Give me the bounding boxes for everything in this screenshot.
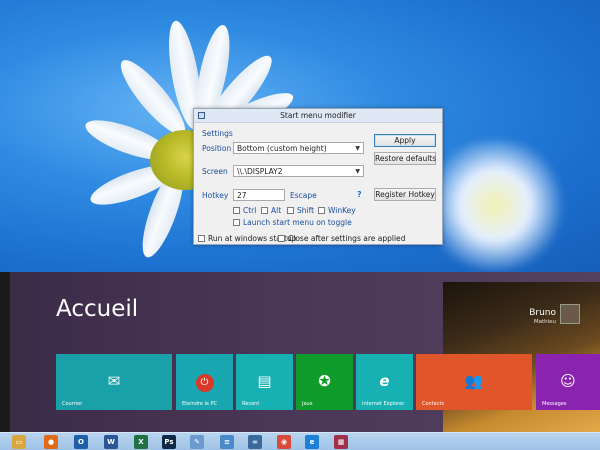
- user-name: Bruno: [529, 308, 556, 318]
- screen-select[interactable]: \\.\DISPLAY2 ▼: [233, 165, 364, 177]
- taskbar: ▭ ● O W X Ps ✎ ≡ ∞ ◉ e ▦: [0, 432, 600, 450]
- checkbox-box[interactable]: [261, 207, 268, 214]
- hotkey-input[interactable]: 27: [233, 189, 285, 201]
- tile-internet-explorer[interactable]: e Internet Explorer: [356, 354, 413, 410]
- link-icon[interactable]: ∞: [248, 435, 262, 449]
- screen-label: Screen: [202, 167, 228, 176]
- gamepad-icon: ✪: [318, 372, 331, 390]
- firefox-icon[interactable]: ●: [44, 435, 58, 449]
- shift-checkbox[interactable]: Shift: [287, 206, 314, 215]
- power-icon: ⏻: [195, 374, 214, 392]
- position-select[interactable]: Bottom (custom height) ▼: [233, 142, 364, 154]
- toggle-checkbox[interactable]: Launch start menu on toggle: [233, 218, 352, 227]
- tile-label: Jeux: [302, 401, 313, 407]
- people-icon: 👥: [464, 372, 484, 390]
- photoshop-icon[interactable]: Ps: [162, 435, 176, 449]
- position-value: Bottom (custom height): [237, 144, 327, 153]
- chevron-down-icon: ▼: [355, 145, 360, 152]
- tile-recent[interactable]: ▤ Recent: [236, 354, 293, 410]
- tile-jeux[interactable]: ✪ Jeux: [296, 354, 353, 410]
- screen-value: \\.\DISPLAY2: [237, 167, 283, 176]
- start-screen-edge: [0, 272, 10, 432]
- message-icon: ☺: [560, 372, 576, 390]
- tile-label: Internet Explorer: [362, 401, 405, 407]
- outlook-icon[interactable]: O: [74, 435, 88, 449]
- checkbox-box[interactable]: [318, 207, 325, 214]
- ctrl-label: Ctrl: [243, 206, 257, 215]
- position-label: Position: [202, 144, 232, 153]
- alt-label: Alt: [271, 206, 282, 215]
- chevron-down-icon: ▼: [355, 168, 360, 175]
- winkey-checkbox[interactable]: WinKey: [318, 206, 356, 215]
- register-hotkey-button[interactable]: Register Hotkey: [374, 188, 436, 201]
- excel-icon[interactable]: X: [134, 435, 148, 449]
- explorer-icon[interactable]: ▭: [12, 435, 26, 449]
- start-menu-modifier-dialog: Start menu modifier Settings Position Bo…: [193, 108, 443, 245]
- tile-label: Messages: [542, 401, 567, 407]
- tile-label: Courrier: [62, 401, 83, 407]
- shift-label: Shift: [297, 206, 315, 215]
- start-screen-title: Accueil: [56, 296, 139, 322]
- tile-messages[interactable]: ☺ Messages: [536, 354, 600, 410]
- checkbox-box[interactable]: [198, 235, 205, 242]
- hotkey-label: Hotkey: [202, 191, 229, 200]
- app-grid-icon[interactable]: ▦: [334, 435, 348, 449]
- tile-label: Eteindre le PC: [182, 401, 218, 407]
- mail-icon: ✉: [107, 372, 121, 390]
- tile-label: Recent: [242, 401, 260, 407]
- ie-icon: e: [379, 372, 390, 390]
- tile-eteindre[interactable]: ⏻ Eteindre le PC: [176, 354, 233, 410]
- close-after-label: Close after settings are applied: [288, 234, 406, 243]
- alt-checkbox[interactable]: Alt: [261, 206, 281, 215]
- word-icon[interactable]: W: [104, 435, 118, 449]
- chrome-icon[interactable]: ◉: [277, 435, 291, 449]
- paint-icon[interactable]: ✎: [190, 435, 204, 449]
- hotkey-key-name: Escape: [290, 191, 317, 200]
- apply-button[interactable]: Apply: [374, 134, 436, 147]
- ie-taskbar-icon[interactable]: e: [305, 435, 319, 449]
- toggle-label: Launch start menu on toggle: [243, 218, 352, 227]
- checkbox-box[interactable]: [233, 207, 240, 214]
- restore-defaults-button[interactable]: Restore defaults: [374, 152, 436, 165]
- user-subtitle: Mathieu: [533, 319, 556, 325]
- checkbox-box[interactable]: [233, 219, 240, 226]
- ctrl-checkbox[interactable]: Ctrl: [233, 206, 256, 215]
- checkbox-box[interactable]: [278, 235, 285, 242]
- tile-courrier[interactable]: ✉ Courrier: [56, 354, 172, 410]
- avatar[interactable]: [560, 304, 580, 324]
- dialog-title: Start menu modifier: [280, 111, 356, 120]
- notepad-icon[interactable]: ≡: [220, 435, 234, 449]
- tile-label: Contacts: [422, 401, 445, 407]
- start-screen: Accueil Bruno Mathieu ✉ Courrier ⏻ Etein…: [0, 272, 600, 432]
- help-icon[interactable]: ?: [357, 190, 362, 199]
- dialog-titlebar[interactable]: Start menu modifier: [194, 109, 442, 123]
- tile-contacts[interactable]: 👥 Contacts: [416, 354, 532, 410]
- settings-group-label: Settings: [202, 129, 233, 138]
- winkey-label: WinKey: [328, 206, 356, 215]
- checkbox-box[interactable]: [287, 207, 294, 214]
- recent-icon: ▤: [257, 372, 272, 390]
- close-after-checkbox[interactable]: Close after settings are applied: [278, 234, 405, 243]
